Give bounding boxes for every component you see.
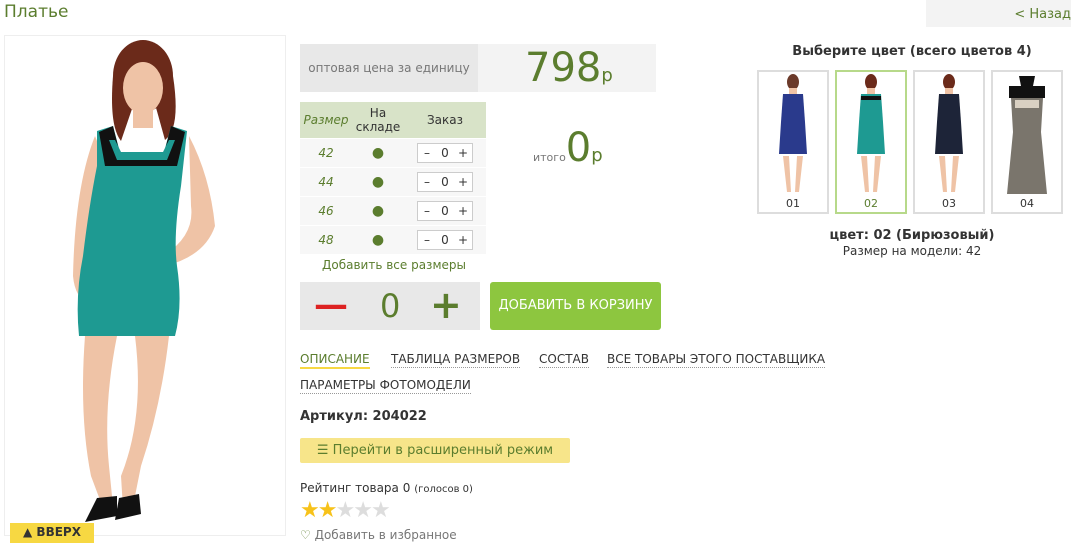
price-box: оптовая цена за единицу 798р xyxy=(300,44,656,92)
favorites-label: Добавить в избранное xyxy=(314,528,457,542)
star-icon[interactable]: ★ xyxy=(318,498,338,523)
minus-button[interactable]: – xyxy=(418,233,436,247)
color-thumb-02[interactable]: 02 xyxy=(835,70,907,214)
color-thumb-image xyxy=(935,74,963,192)
stock-indicator: ● xyxy=(352,138,404,168)
minus-button[interactable]: – xyxy=(418,204,436,218)
total-value: 0 xyxy=(565,125,592,171)
add-all-sizes-link[interactable]: Добавить все размеры xyxy=(322,258,466,272)
scroll-up-button[interactable]: ▲ ВВЕРХ xyxy=(10,523,94,543)
tab-size-chart[interactable]: ТАБЛИЦА РАЗМЕРОВ xyxy=(391,352,521,368)
rating-label: Рейтинг товара 0 xyxy=(300,481,411,495)
stock-indicator: ● xyxy=(352,225,404,254)
size-qty-stepper[interactable]: –0 + xyxy=(417,230,473,250)
color-thumb-image xyxy=(1007,76,1047,194)
total-label: итого xyxy=(533,151,566,164)
extended-mode-label: Перейти в расширенный режим xyxy=(332,443,554,458)
qty-value[interactable]: 0 xyxy=(436,146,454,160)
tab-model-params[interactable]: ПАРАМЕТРЫ ФОТОМОДЕЛИ xyxy=(300,378,471,394)
tab-composition[interactable]: СОСТАВ xyxy=(539,352,589,368)
plus-button[interactable]: + xyxy=(454,233,472,247)
size-cell: 42 xyxy=(300,138,352,168)
add-to-cart-button[interactable]: ДОБАВИТЬ В КОРЗИНУ xyxy=(490,282,661,330)
size-qty-stepper[interactable]: –0 + xyxy=(417,172,473,192)
table-row: 42 ● –0 + xyxy=(300,138,486,168)
color-thumb-image xyxy=(779,74,807,192)
color-thumb-label: 02 xyxy=(864,197,878,210)
order-header: Заказ xyxy=(404,102,486,139)
table-row: 46 ● –0 + xyxy=(300,196,486,226)
plus-button[interactable]: + xyxy=(454,175,472,189)
color-thumb-label: 01 xyxy=(786,197,800,210)
price-number: 798 xyxy=(525,45,602,91)
table-row: 48 ● –0 + xyxy=(300,225,486,254)
total-currency: р xyxy=(591,145,603,166)
plus-button[interactable]: + xyxy=(454,204,472,218)
qty-minus-button[interactable]: — xyxy=(314,288,348,322)
star-icon[interactable]: ★ xyxy=(353,498,373,523)
product-photo-image xyxy=(73,40,215,522)
qty-value[interactable]: 0 xyxy=(380,288,400,324)
order-total: итого0р xyxy=(533,125,603,171)
price-label: оптовая цена за единицу xyxy=(300,44,478,92)
qty-value[interactable]: 0 xyxy=(436,204,454,218)
size-cell: 44 xyxy=(300,167,352,197)
price-value: 798р xyxy=(525,44,613,100)
size-qty-stepper[interactable]: –0 + xyxy=(417,201,473,221)
article-number: Артикул: 204022 xyxy=(300,409,427,424)
rating-text: Рейтинг товара 0 (голосов 0) xyxy=(300,481,473,495)
star-icon[interactable]: ★ xyxy=(335,498,355,523)
color-thumb-04[interactable]: 04 xyxy=(991,70,1063,214)
color-thumb-03[interactable]: 03 xyxy=(913,70,985,214)
back-link[interactable]: < Назад xyxy=(1014,7,1071,22)
color-thumb-label: 04 xyxy=(1020,197,1034,210)
rating-stars[interactable]: ★★★★★ xyxy=(300,498,391,523)
stock-header: На складе xyxy=(352,102,404,139)
stock-indicator: ● xyxy=(352,196,404,226)
tab-supplier-products[interactable]: ВСЕ ТОВАРЫ ЭТОГО ПОСТАВЩИКА xyxy=(607,352,826,368)
quantity-stepper: — 0 + xyxy=(300,282,480,330)
add-to-favorites-link[interactable]: ♡ Добавить в избранное xyxy=(300,528,457,542)
plus-button[interactable]: + xyxy=(454,146,472,160)
size-cell: 46 xyxy=(300,196,352,226)
back-bar: < Назад xyxy=(926,0,1071,27)
table-row: 44 ● –0 + xyxy=(300,167,486,197)
size-qty-stepper[interactable]: –0 + xyxy=(417,143,473,163)
qty-value[interactable]: 0 xyxy=(436,175,454,189)
stock-indicator: ● xyxy=(352,167,404,197)
size-header: Размер xyxy=(300,102,352,139)
rating-votes: (голосов 0) xyxy=(414,484,473,495)
model-size: Размер на модели: 42 xyxy=(842,244,982,258)
extended-mode-button[interactable]: ☰ Перейти в расширенный режим xyxy=(300,438,570,463)
tab-description[interactable]: ОПИСАНИЕ xyxy=(300,352,370,369)
heart-icon: ♡ xyxy=(300,528,315,542)
product-photo[interactable] xyxy=(4,35,286,536)
qty-value[interactable]: 0 xyxy=(436,233,454,247)
color-thumb-label: 03 xyxy=(942,197,956,210)
page-title: Платье xyxy=(4,2,69,22)
minus-button[interactable]: – xyxy=(418,146,436,160)
color-picker-title: Выберите цвет (всего цветов 4) xyxy=(792,44,1032,59)
minus-button[interactable]: – xyxy=(418,175,436,189)
color-thumb-image xyxy=(857,74,885,192)
size-cell: 48 xyxy=(300,225,352,254)
list-icon: ☰ xyxy=(316,443,333,458)
size-table: Размер На складе Заказ 42 ● –0 + 44 ● –0 +… xyxy=(300,102,486,254)
selected-color: цвет: 02 (Бирюзовый) xyxy=(829,228,995,243)
star-icon[interactable]: ★ xyxy=(300,498,320,523)
color-thumb-01[interactable]: 01 xyxy=(757,70,829,214)
qty-plus-button[interactable]: + xyxy=(430,286,462,324)
price-currency: р xyxy=(601,65,613,86)
star-icon[interactable]: ★ xyxy=(371,498,391,523)
